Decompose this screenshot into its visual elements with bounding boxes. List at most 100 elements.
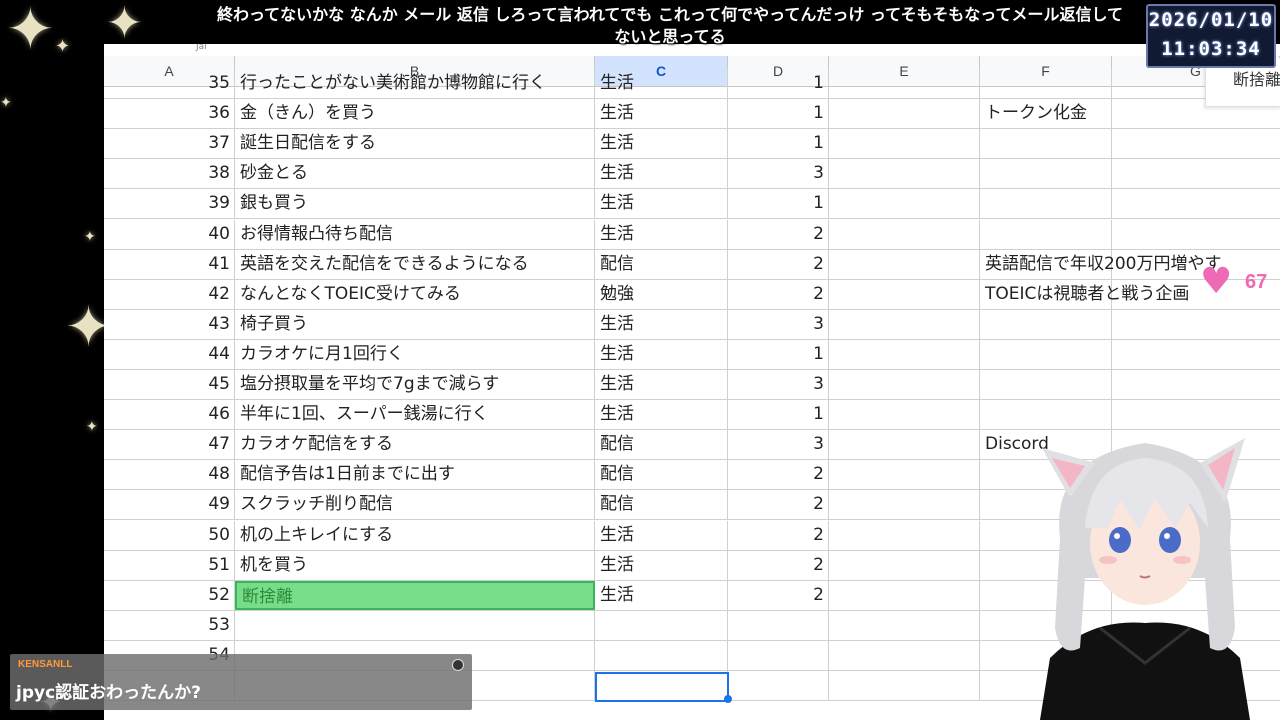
cell-d[interactable]: 3 [728,159,829,189]
row-number[interactable]: 36 [104,99,235,129]
row-number[interactable]: 42 [104,279,235,309]
row-number[interactable]: 38 [104,159,235,189]
row-number[interactable]: 49 [104,490,235,520]
cell-b[interactable]: 椅子買う [235,309,595,339]
cell-d[interactable]: 3 [728,370,829,399]
cell-c[interactable] [595,640,728,670]
cell-e[interactable] [829,520,980,550]
cell-e[interactable] [829,279,980,309]
cell-d[interactable]: 3 [728,430,829,460]
fill-handle[interactable] [724,695,732,703]
cell-e[interactable] [829,159,980,189]
cell-c[interactable]: 生活 [595,99,728,129]
row-number[interactable]: 44 [104,339,235,369]
cell-d[interactable]: 1 [728,400,829,430]
cell-f[interactable] [980,339,1112,369]
cell-d[interactable]: 1 [728,129,829,159]
row-number[interactable]: 47 [104,430,235,460]
cell-d[interactable]: 2 [728,490,829,520]
cell-e[interactable] [829,99,980,129]
cell-b[interactable]: カラオケ配信をする [235,430,595,460]
cell-c[interactable]: 生活 [595,69,728,98]
cell-f[interactable] [980,189,1112,219]
cell-d[interactable] [728,671,829,700]
cell-e[interactable] [829,249,980,279]
cell-f[interactable]: TOEICは視聴者と戦う企画 [980,279,1189,309]
cell-d[interactable]: 2 [728,550,829,580]
cell-c[interactable]: 勉強 [595,279,728,309]
cell-b[interactable]: なんとなくTOEIC受けてみる [235,279,595,309]
cell-d[interactable] [728,640,829,670]
cell-d[interactable]: 2 [728,279,829,309]
cell-c[interactable]: 配信 [595,490,728,520]
cell-f[interactable] [980,69,1112,98]
cell-f[interactable] [980,219,1112,249]
cell-e[interactable] [829,400,980,430]
cell-b[interactable] [235,610,595,640]
row-number[interactable]: 51 [104,550,235,580]
cell-b[interactable]: お得情報凸待ち配信 [235,219,595,249]
cell-c[interactable]: 生活 [595,159,728,189]
cell-b[interactable]: 金（きん）を買う [235,99,595,129]
row-number[interactable]: 46 [104,400,235,430]
cell-d[interactable] [728,610,829,640]
row-number[interactable]: 40 [104,219,235,249]
cell-d[interactable]: 3 [728,309,829,339]
cell-e[interactable] [829,671,980,700]
row-number[interactable]: 48 [104,460,235,490]
cell-b[interactable]: 誕生日配信をする [235,129,595,159]
cell-e[interactable] [829,189,980,219]
cell-c[interactable]: 配信 [595,460,728,490]
cell-c[interactable]: 生活 [595,520,728,550]
cell-e[interactable] [829,610,980,640]
cell-c[interactable]: 生活 [595,129,728,159]
row-number[interactable]: 43 [104,309,235,339]
row-number[interactable]: 37 [104,129,235,159]
cell-c[interactable]: 生活 [595,580,728,610]
cell-f[interactable]: 英語配信で年収200万円増やす [980,249,1221,279]
cell-e[interactable] [829,339,980,369]
row-number[interactable]: 35 [104,69,235,98]
cell-d[interactable]: 2 [728,249,829,279]
cell-c[interactable]: 生活 [595,219,728,249]
cell-b[interactable]: 配信予告は1日前までに出す [235,460,595,490]
cell-f[interactable] [980,159,1112,189]
cell-d[interactable]: 1 [728,69,829,98]
cell-b[interactable]: 机を買う [235,550,595,580]
cell-b[interactable]: 机の上キレイにする [235,520,595,550]
cell-c[interactable]: 配信 [595,430,728,460]
cell-f[interactable] [980,129,1112,159]
cell-c[interactable]: 配信 [595,249,728,279]
cell-d[interactable]: 2 [728,460,829,490]
cell-d[interactable]: 2 [728,580,829,610]
cell-e[interactable] [829,370,980,399]
cell-e[interactable] [829,69,980,98]
cell-b[interactable]: 断捨離 [235,580,595,610]
row-number[interactable]: 45 [104,370,235,399]
cell-b[interactable]: カラオケに月1回行く [235,339,595,369]
cell-e[interactable] [829,430,980,460]
cell-b[interactable]: 塩分摂取量を平均で7gまで減らす [235,370,595,399]
cell-e[interactable] [829,490,980,520]
cell-e[interactable] [829,219,980,249]
cell-e[interactable] [829,580,980,610]
cell-f[interactable] [980,309,1112,339]
active-cell[interactable] [595,672,729,702]
row-number[interactable]: 50 [104,520,235,550]
cell-c[interactable]: 生活 [595,339,728,369]
cell-e[interactable] [829,640,980,670]
cell-b[interactable]: 銀も買う [235,189,595,219]
cell-b[interactable]: 英語を交えた配信をできるようになる [235,249,595,279]
cell-d[interactable]: 1 [728,189,829,219]
cell-c[interactable]: 生活 [595,189,728,219]
cell-c[interactable]: 生活 [595,550,728,580]
cell-b[interactable]: 半年に1回、スーパー銭湯に行く [235,400,595,430]
row-number[interactable]: 53 [104,610,235,640]
cell-e[interactable] [829,550,980,580]
cell-c[interactable]: 生活 [595,400,728,430]
cell-b[interactable]: スクラッチ削り配信 [235,490,595,520]
row-number[interactable]: 39 [104,189,235,219]
row-number[interactable]: 52 [104,580,235,610]
cell-c[interactable]: 生活 [595,370,728,399]
cell-e[interactable] [829,309,980,339]
